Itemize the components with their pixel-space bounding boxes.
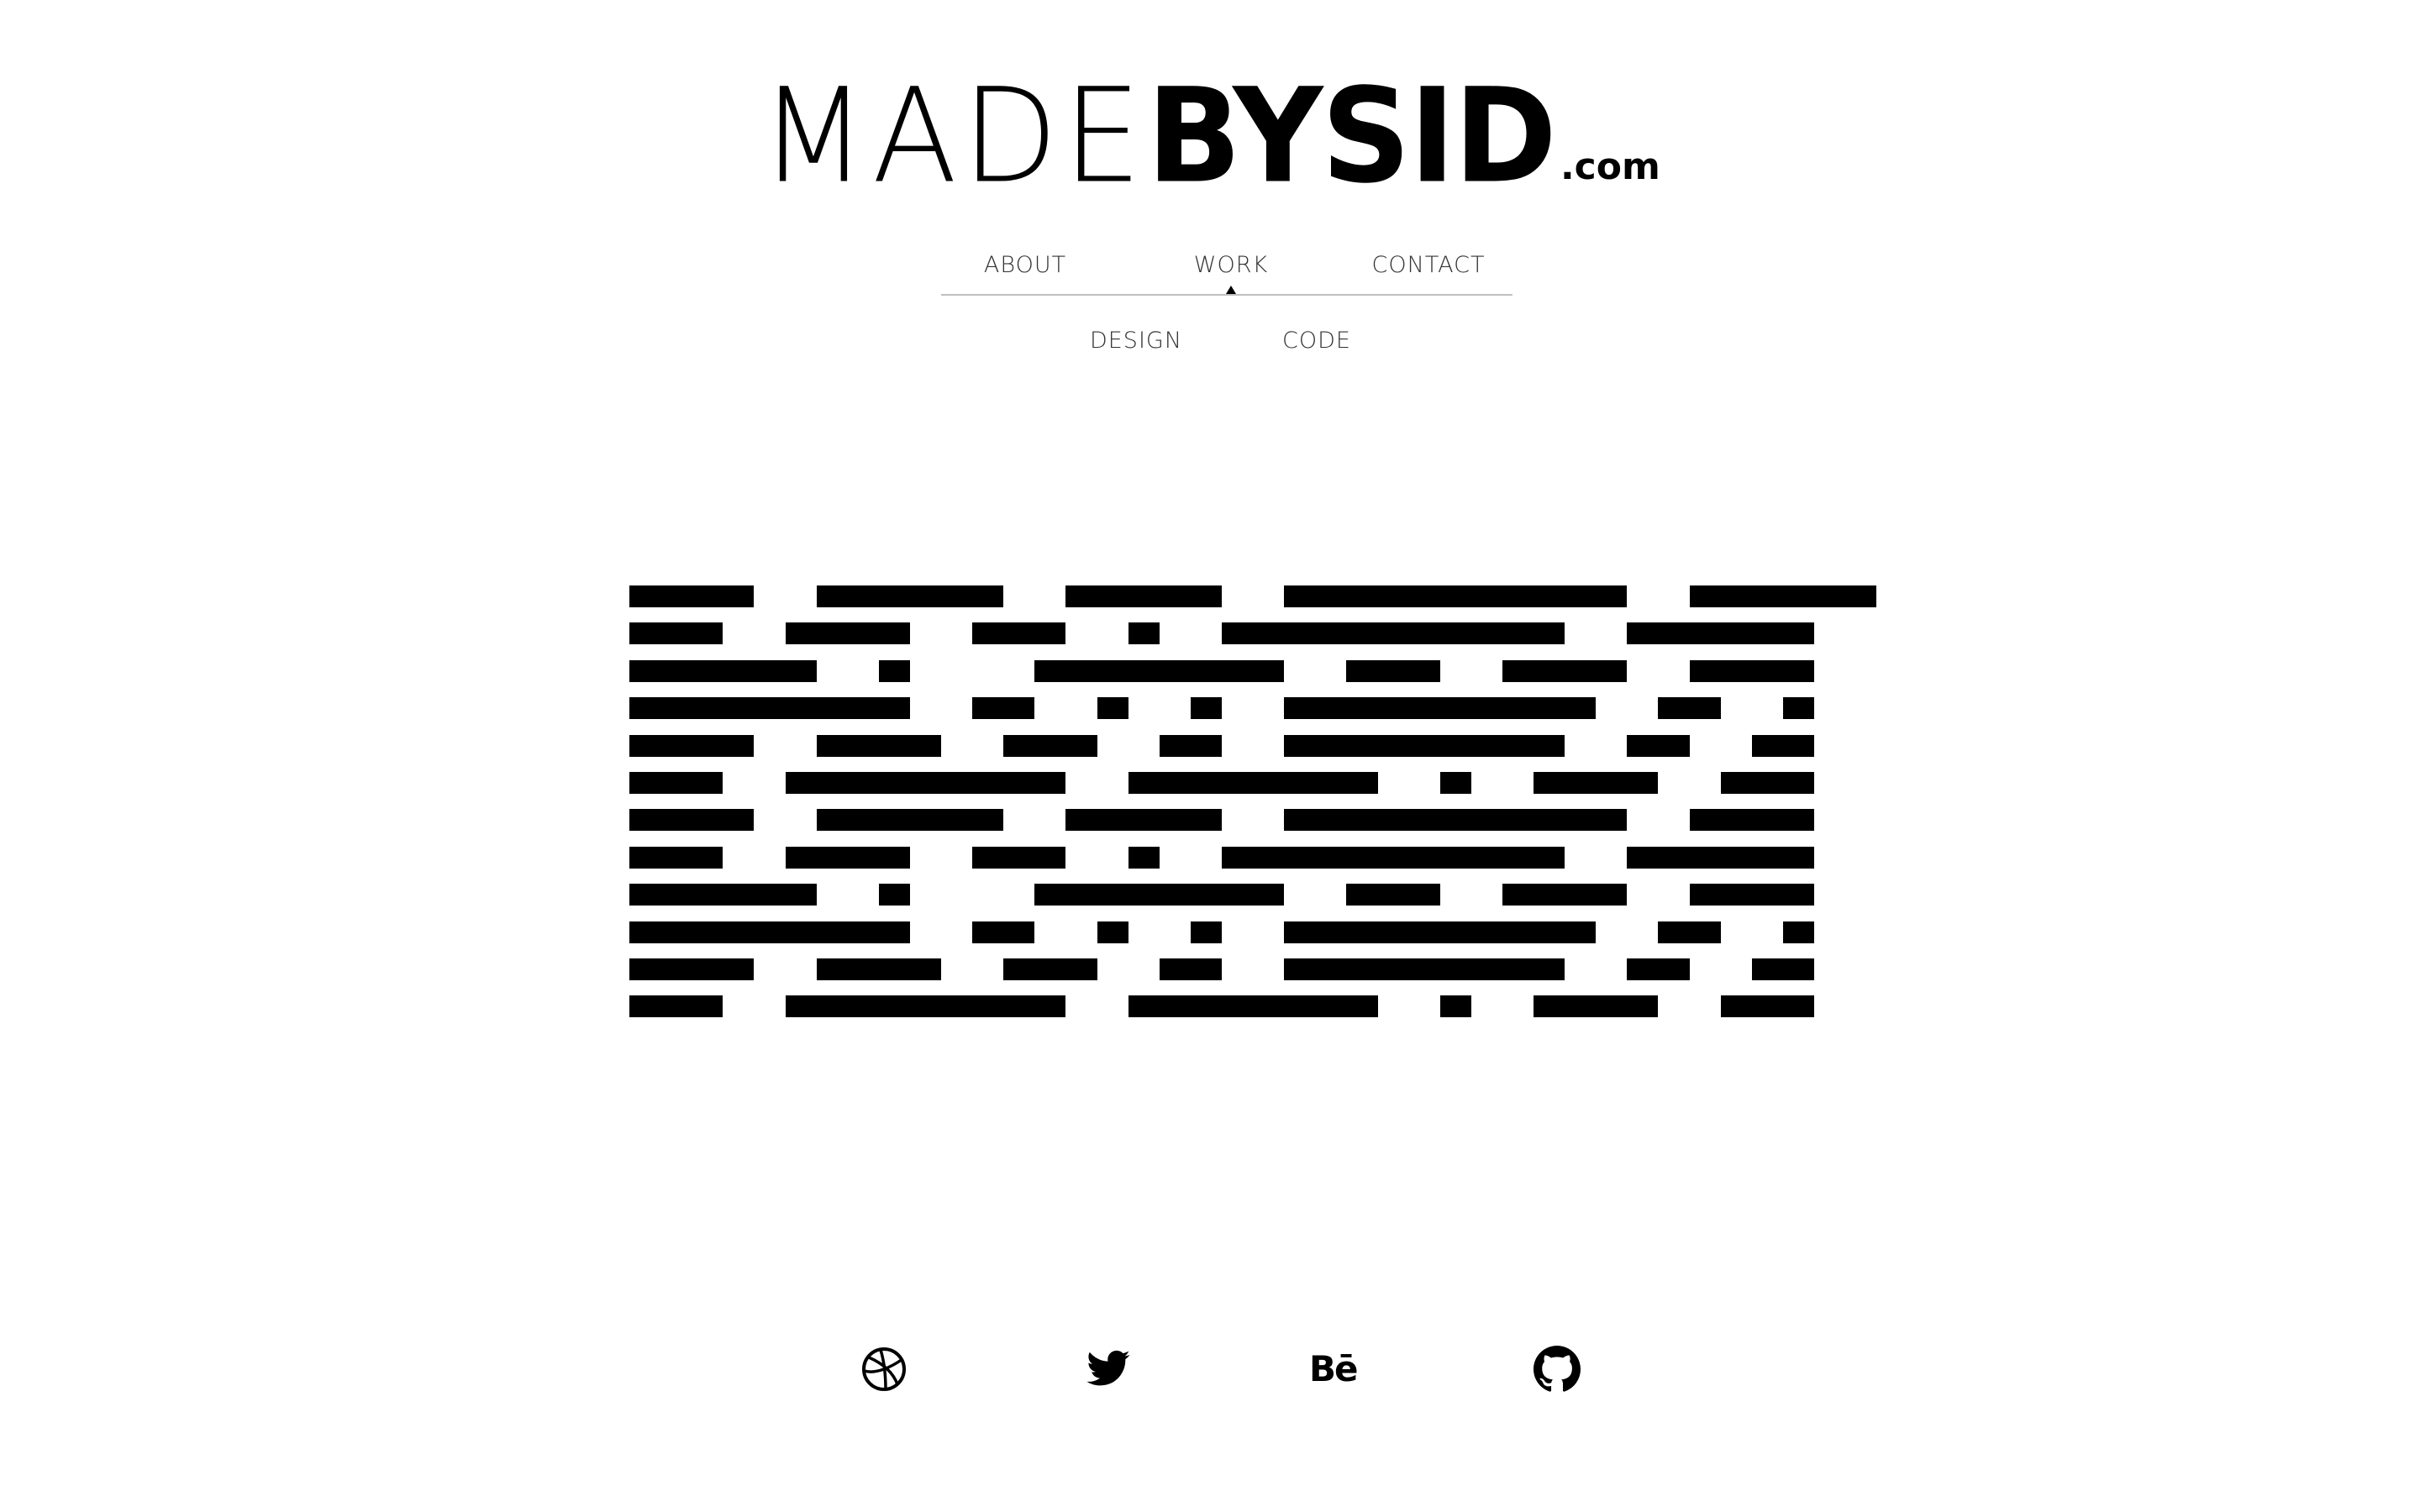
pattern-bar (629, 734, 755, 757)
pattern-bar (1658, 697, 1721, 720)
github-icon[interactable] (1534, 1346, 1581, 1393)
sub-nav: DESIGN CODE (0, 328, 2420, 361)
pattern-bar (816, 809, 1004, 832)
pattern-bar (1003, 958, 1097, 980)
pattern-bar (785, 995, 1066, 1018)
pattern-bar (1502, 884, 1628, 906)
sub-nav-design[interactable]: DESIGN (1090, 328, 1182, 354)
logo-tld: .com (1560, 145, 1660, 188)
pattern-bar (1627, 958, 1690, 980)
pattern-bar (1190, 921, 1222, 943)
pattern-bar (1222, 846, 1565, 869)
pattern-bar (1689, 884, 1814, 906)
pattern-bar (785, 772, 1066, 794)
pattern-bar (1159, 734, 1222, 757)
behance-icon[interactable]: Bē (1309, 1346, 1359, 1393)
pattern-bar (878, 884, 910, 906)
pattern-bar (785, 846, 910, 869)
pattern-bar (1284, 697, 1597, 720)
pattern-bar (1284, 585, 1628, 607)
pattern-bar (1065, 809, 1222, 832)
pattern-bar (1439, 772, 1471, 794)
pattern-bar (629, 921, 910, 943)
pattern-bar (629, 995, 723, 1018)
nav-contact[interactable]: CONTACT (1371, 252, 1485, 278)
pattern-bar (1534, 995, 1659, 1018)
pattern-bar (1284, 921, 1597, 943)
pattern-bar (1658, 921, 1721, 943)
pattern-bar (1782, 697, 1814, 720)
pattern-bar (629, 884, 817, 906)
pattern-bar (1097, 697, 1128, 720)
nav-about[interactable]: ABOUT (984, 252, 1066, 278)
pattern-bar (972, 846, 1066, 869)
pattern-bar (785, 622, 910, 645)
pattern-bar (1097, 921, 1128, 943)
pattern-bar (629, 622, 723, 645)
primary-nav: ABOUT WORK CONTACT (941, 252, 1512, 296)
pattern-bar (1720, 995, 1814, 1018)
sub-nav-code[interactable]: CODE (1282, 328, 1351, 354)
pattern-bar (1128, 995, 1378, 1018)
pattern-bar (629, 659, 817, 682)
pattern-bar (1627, 622, 1814, 645)
pattern-bar (1751, 734, 1814, 757)
logo-bysid: BYSID (1146, 60, 1557, 213)
pattern-bar (1128, 846, 1160, 869)
pattern-bar (1065, 585, 1222, 607)
pattern-bar (1689, 809, 1814, 832)
bar-pattern-graphic (629, 585, 1877, 1024)
page: MADEBYSID .com ABOUT WORK CONTACT DESIGN … (0, 0, 2420, 1512)
pattern-bar (816, 958, 942, 980)
pattern-bar (1720, 772, 1814, 794)
pattern-bar (972, 622, 1066, 645)
pattern-bar (629, 958, 755, 980)
dribbble-icon[interactable] (860, 1346, 908, 1393)
twitter-icon[interactable] (1085, 1346, 1132, 1393)
pattern-bar (1222, 622, 1565, 645)
pattern-bar (1128, 772, 1378, 794)
pattern-bar (1782, 921, 1814, 943)
pattern-bar (1439, 995, 1471, 1018)
pattern-bar (629, 846, 723, 869)
pattern-bar (1284, 958, 1565, 980)
pattern-bar (1284, 734, 1565, 757)
active-caret-icon (1226, 286, 1236, 294)
pattern-bar (1159, 958, 1222, 980)
nav-work[interactable]: WORK (1194, 252, 1268, 278)
pattern-bar (1034, 659, 1285, 682)
pattern-bar (1751, 958, 1814, 980)
pattern-bar (629, 585, 755, 607)
pattern-bar (1689, 585, 1877, 607)
pattern-bar (1346, 884, 1440, 906)
pattern-bar (816, 734, 942, 757)
pattern-bar (1003, 734, 1097, 757)
pattern-bar (1627, 846, 1814, 869)
pattern-bar (1534, 772, 1659, 794)
pattern-bar (629, 809, 755, 832)
pattern-bar (878, 659, 910, 682)
pattern-bar (972, 921, 1035, 943)
pattern-bar (1627, 734, 1690, 757)
pattern-bar (1190, 697, 1222, 720)
pattern-bar (1034, 884, 1285, 906)
social-links: Bē (0, 1346, 2420, 1396)
pattern-bar (816, 585, 1004, 607)
logo-made: MADE (760, 60, 1147, 213)
behance-glyph: Bē (1309, 1348, 1359, 1389)
pattern-bar (972, 697, 1035, 720)
site-logo[interactable]: MADEBYSID .com (0, 60, 2420, 213)
pattern-bar (1502, 659, 1628, 682)
pattern-bar (629, 772, 723, 794)
pattern-bar (1689, 659, 1814, 682)
pattern-bar (1346, 659, 1440, 682)
pattern-bar (1284, 809, 1628, 832)
pattern-bar (629, 697, 910, 720)
pattern-bar (1128, 622, 1160, 645)
